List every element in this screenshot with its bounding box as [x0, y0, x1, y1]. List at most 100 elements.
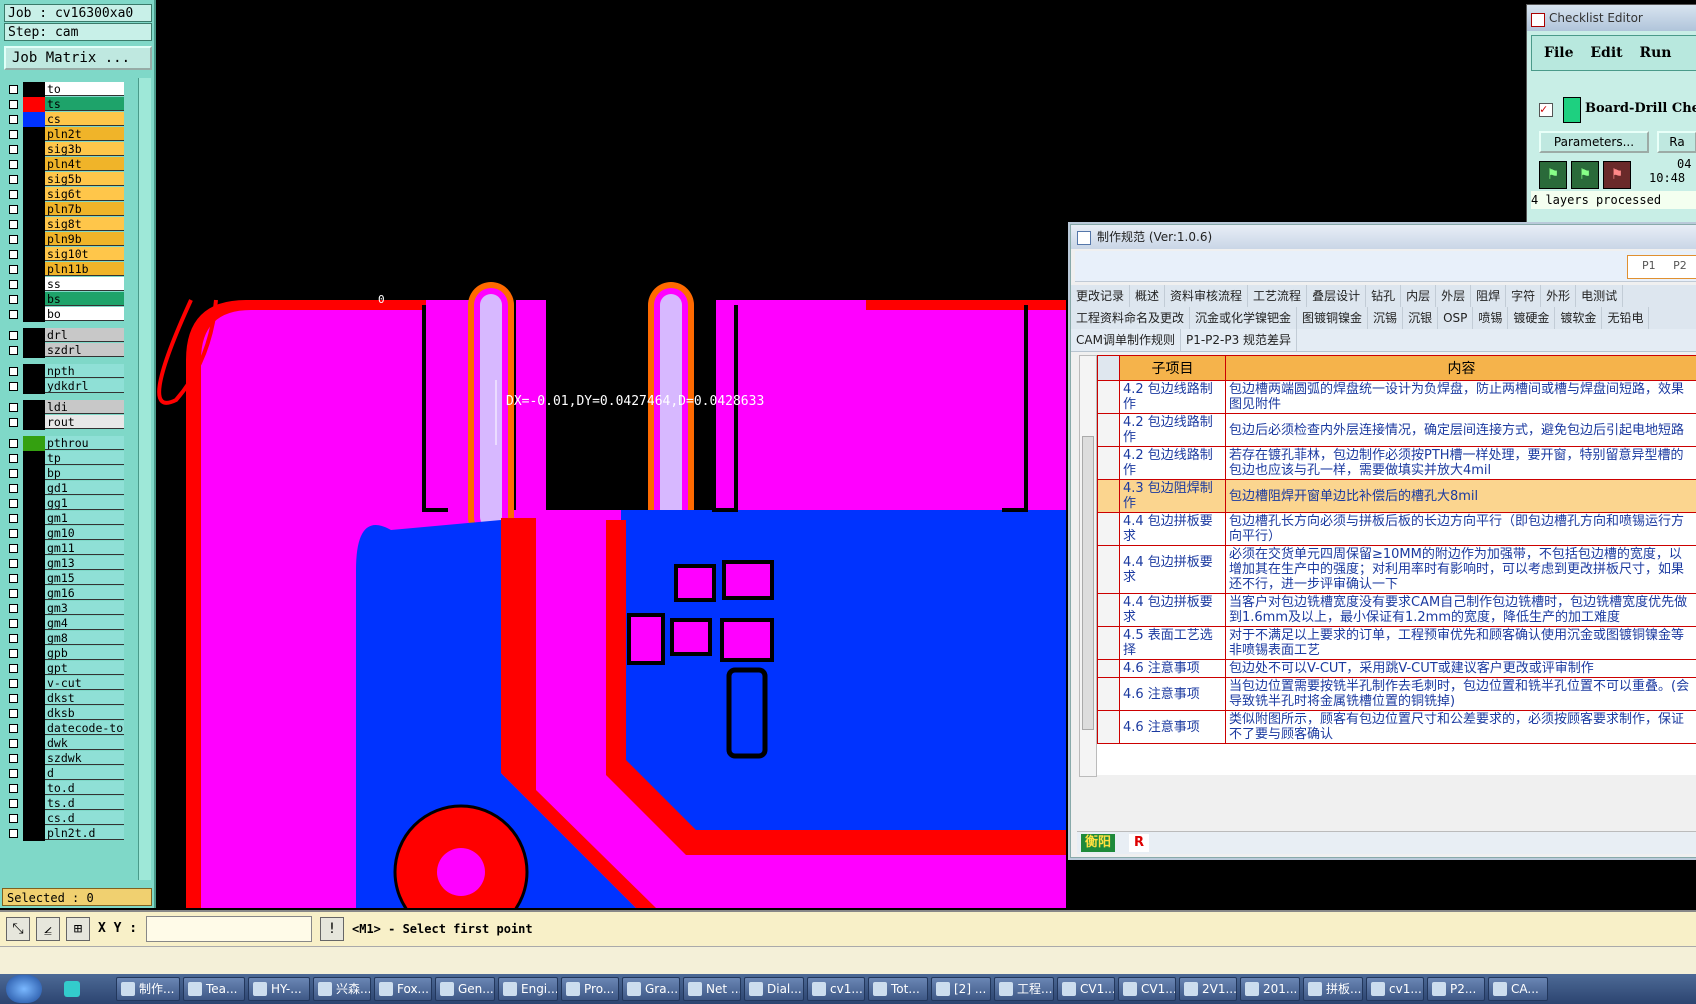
layer-checkbox[interactable]	[9, 295, 18, 304]
layer-checkbox[interactable]	[9, 769, 18, 778]
layer-color-swatch[interactable]	[23, 436, 45, 451]
layer-row[interactable]: ydkdrl	[6, 379, 124, 394]
taskbar-button[interactable]: 兴森...	[313, 977, 371, 1001]
layer-name[interactable]: szdwk	[45, 751, 124, 765]
layer-checkbox[interactable]	[9, 382, 18, 391]
layer-row[interactable]: gm4	[6, 616, 124, 631]
spec-row[interactable]: 4.2 包边线路制作 若存在镀孔菲林，包边制作必须按PTH槽一样处理，要开窗，特别…	[1097, 446, 1696, 480]
info-icon[interactable]: !	[320, 917, 344, 941]
layer-checkbox[interactable]	[9, 754, 18, 763]
layer-color-swatch[interactable]	[23, 616, 45, 631]
layer-name[interactable]: ydkdrl	[45, 379, 124, 393]
spec-tab[interactable]: 外形	[1541, 285, 1577, 307]
layer-name[interactable]: gm8	[45, 631, 124, 645]
layer-color-swatch[interactable]	[23, 811, 45, 826]
layer-checkbox[interactable]	[9, 439, 18, 448]
layer-color-swatch[interactable]	[23, 415, 45, 430]
layer-name[interactable]: dksb	[45, 706, 124, 720]
layer-checkbox[interactable]	[9, 160, 18, 169]
layer-color-swatch[interactable]	[23, 586, 45, 601]
layer-row[interactable]: cs.d	[6, 811, 124, 826]
layer-checkbox[interactable]	[9, 310, 18, 319]
spec-tab[interactable]: 镀软金	[1555, 307, 1603, 329]
spec-row[interactable]: 4.6 注意事项 当包边位置需要按铣半孔制作去毛刺时，包边位置和铣半孔位置不可以重…	[1097, 677, 1696, 711]
run-all-icon[interactable]: ⚑	[1571, 161, 1599, 189]
taskbar-button[interactable]: Tea...	[183, 977, 245, 1001]
spec-tab[interactable]: 工程资料命名及更改	[1071, 307, 1191, 329]
layer-checkbox[interactable]	[9, 331, 18, 340]
layer-color-swatch[interactable]	[23, 511, 45, 526]
layer-name[interactable]: bs	[45, 292, 124, 306]
window-close-icon[interactable]	[1531, 13, 1545, 27]
taskbar-button[interactable]: cv1...	[807, 977, 865, 1001]
layer-row[interactable]: pln2t	[6, 127, 124, 142]
layer-checkbox[interactable]	[9, 514, 18, 523]
layer-name[interactable]: gpb	[45, 646, 124, 660]
layer-name[interactable]: sig3b	[45, 142, 124, 156]
parameters-button[interactable]: Parameters...	[1539, 131, 1649, 153]
layer-name[interactable]: drl	[45, 328, 124, 342]
layer-checkbox[interactable]	[9, 784, 18, 793]
layer-color-swatch[interactable]	[23, 172, 45, 187]
taskbar-button[interactable]: [2] ...	[931, 977, 991, 1001]
layer-checkbox[interactable]	[9, 799, 18, 808]
layer-color-swatch[interactable]	[23, 142, 45, 157]
layer-color-swatch[interactable]	[23, 721, 45, 736]
layer-row[interactable]: pln4t	[6, 157, 124, 172]
layer-checkbox[interactable]	[9, 367, 18, 376]
layer-color-swatch[interactable]	[23, 796, 45, 811]
layer-row[interactable]: gm8	[6, 631, 124, 646]
layer-checkbox[interactable]	[9, 205, 18, 214]
layer-color-swatch[interactable]	[23, 97, 45, 112]
layer-name[interactable]: bo	[45, 307, 124, 321]
spec-tab[interactable]: 沉锡	[1368, 307, 1404, 329]
row-header[interactable]	[1097, 380, 1120, 414]
spec-row[interactable]: 4.3 包边阻焊制作 包边槽阻焊开窗单边比补偿后的槽孔大8mil	[1097, 479, 1696, 513]
layer-checkbox[interactable]	[9, 739, 18, 748]
layer-checkbox[interactable]	[9, 679, 18, 688]
layer-name[interactable]: d	[45, 766, 124, 780]
layer-row[interactable]: gm11	[6, 541, 124, 556]
layer-checkbox[interactable]	[9, 346, 18, 355]
layer-row[interactable]: pln9b	[6, 232, 124, 247]
layer-color-swatch[interactable]	[23, 496, 45, 511]
spec-tab[interactable]: 沉银	[1403, 307, 1439, 329]
layer-row[interactable]: drl	[6, 328, 124, 343]
spec-tab[interactable]: CAM调单制作规则	[1071, 329, 1181, 351]
spec-tab[interactable]: P1-P2-P3 规范差异	[1181, 329, 1298, 351]
layer-row[interactable]: datecode-to	[6, 721, 124, 736]
spec-tab[interactable]: 外层	[1436, 285, 1472, 307]
stop-icon[interactable]: ⚑	[1603, 161, 1631, 189]
layer-checkbox[interactable]	[9, 649, 18, 658]
quicklaunch-icon[interactable]	[64, 981, 80, 997]
layer-checkbox[interactable]	[9, 634, 18, 643]
layer-color-swatch[interactable]	[23, 466, 45, 481]
layer-color-swatch[interactable]	[23, 481, 45, 496]
taskbar-button[interactable]: 制作...	[116, 977, 180, 1001]
layer-checkbox[interactable]	[9, 220, 18, 229]
spec-tab[interactable]: 字符	[1506, 285, 1542, 307]
layer-color-swatch[interactable]	[23, 826, 45, 841]
layer-name[interactable]: ss	[45, 277, 124, 291]
layer-name[interactable]: rout	[45, 415, 124, 429]
menu-edit[interactable]: Edit	[1590, 45, 1622, 61]
layer-row[interactable]: pln11b	[6, 262, 124, 277]
row-header[interactable]	[1097, 677, 1120, 711]
layer-name[interactable]: gm16	[45, 586, 124, 600]
row-header[interactable]	[1097, 710, 1120, 744]
layer-name[interactable]: pln2t.d	[45, 826, 124, 840]
taskbar-button[interactable]: Gra...	[622, 977, 680, 1001]
layer-color-swatch[interactable]	[23, 736, 45, 751]
layer-list-scrollbar[interactable]	[138, 78, 151, 880]
spec-tab[interactable]: 资料审核流程	[1165, 285, 1249, 307]
layer-color-swatch[interactable]	[23, 766, 45, 781]
layer-row[interactable]: sig8t	[6, 217, 124, 232]
layer-row[interactable]: ts	[6, 97, 124, 112]
layer-name[interactable]: sig8t	[45, 217, 124, 231]
layer-checkbox[interactable]	[9, 709, 18, 718]
spec-row[interactable]: 4.6 注意事项 包边处不可以V-CUT，采用跳V-CUT或建议客户更改或评审制作	[1097, 659, 1696, 678]
layer-name[interactable]: pln4t	[45, 157, 124, 171]
layer-color-swatch[interactable]	[23, 247, 45, 262]
spec-tab[interactable]: OSP	[1438, 307, 1474, 329]
layer-name[interactable]: sig5b	[45, 172, 124, 186]
